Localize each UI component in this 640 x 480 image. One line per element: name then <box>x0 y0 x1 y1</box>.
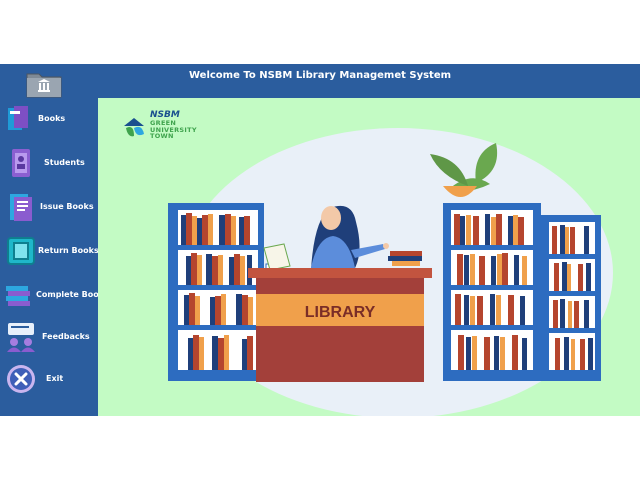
app-window: Welcome To NSBM Library Managemet System <box>0 64 640 416</box>
books-icon <box>4 102 38 136</box>
issue-books-icon <box>4 190 38 224</box>
sidebar-item-students[interactable]: Students <box>0 142 98 184</box>
nsbm-logo: NSBM GREEN UNIVERSITY TOWN <box>122 110 212 144</box>
library-sign: LIBRARY <box>305 304 376 321</box>
exit-button[interactable]: Exit <box>0 358 98 400</box>
exit-icon <box>4 362 38 396</box>
left-bookshelf <box>168 203 264 381</box>
return-books-icon <box>4 234 38 268</box>
nsbm-emblem-icon <box>124 118 144 137</box>
sidebar-item-label: Students <box>44 158 85 167</box>
sidebar-item-issue-books[interactable]: Issue Books <box>0 186 98 228</box>
sidebar-item-label: Complete Books <box>36 290 109 299</box>
main-panel: LIBRARY NSBM GREEN UNIVERSITY TOWN <box>98 98 640 416</box>
complete-books-icon <box>4 278 38 312</box>
sidebar: Books Students Issue Books Return Books … <box>0 64 109 416</box>
students-icon <box>4 146 38 180</box>
library-folder-icon <box>24 68 64 100</box>
sidebar-item-books[interactable]: Books <box>0 98 98 140</box>
feedbacks-icon <box>4 320 38 354</box>
brand-tagline: GREEN UNIVERSITY TOWN <box>150 119 197 140</box>
sidebar-item-complete-books[interactable]: Complete Books <box>0 274 109 316</box>
sidebar-item-feedbacks[interactable]: Feedbacks <box>0 316 98 358</box>
sidebar-item-return-books[interactable]: Return Books <box>0 230 99 272</box>
sidebar-item-label: Books <box>38 114 66 123</box>
sidebar-item-label: Issue Books <box>40 202 94 211</box>
library-illustration: LIBRARY <box>168 128 613 416</box>
sidebar-item-label: Return Books <box>38 246 99 255</box>
sidebar-item-label: Feedbacks <box>42 332 90 341</box>
sidebar-item-label: Exit <box>46 374 64 383</box>
right-bookshelf <box>443 203 601 381</box>
